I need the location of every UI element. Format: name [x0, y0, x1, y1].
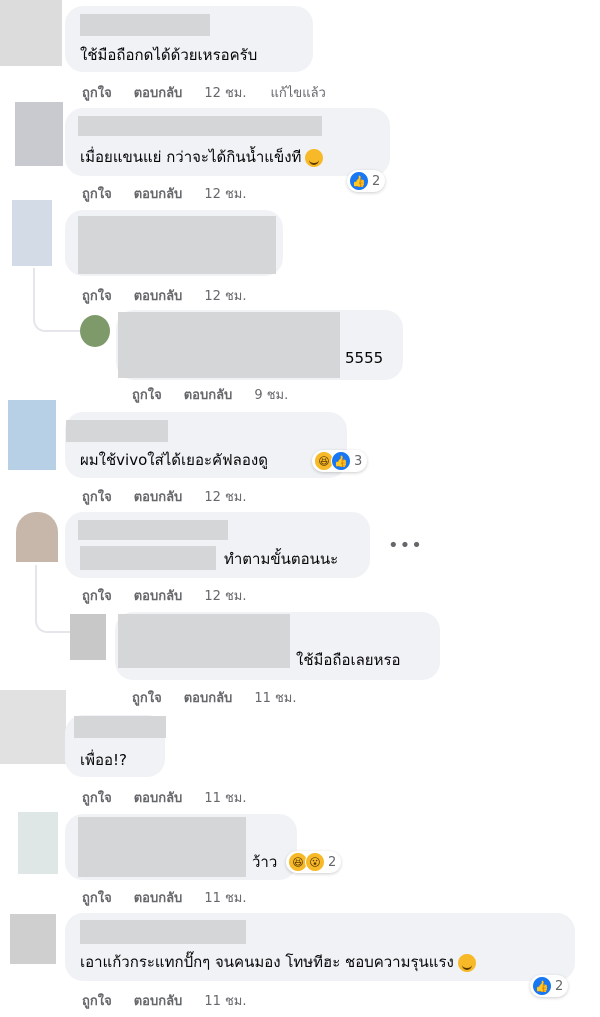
timestamp[interactable]: 12 ชม.: [204, 183, 246, 204]
comment-text: ว้าว: [252, 853, 278, 871]
reply-button[interactable]: ตอบกลับ: [134, 82, 183, 103]
avatar[interactable]: [15, 102, 63, 166]
reaction-count: 2: [372, 173, 381, 189]
timestamp[interactable]: 11 ชม.: [254, 687, 296, 708]
comment-text-content: เอาแก้วกระแทกปั๊กๆ จนคนมอง โทษทีฮะ ชอบคว…: [80, 953, 454, 971]
redacted-author-name[interactable]: [78, 116, 322, 136]
comment-text: เมื่อยแขนแย่ กว่าจะได้กินน้ำแข็งที: [80, 147, 324, 167]
reaction-summary[interactable]: 👍 2: [530, 975, 569, 997]
redacted-author-name[interactable]: [80, 14, 210, 36]
like-button[interactable]: ถูกใจ: [82, 183, 112, 204]
comment-actions: ถูกใจ ตอบกลับ 12 ชม.: [82, 585, 271, 606]
redacted-comment-content: [78, 216, 276, 274]
comment-actions: ถูกใจ ตอบกลับ 12 ชม.: [82, 486, 271, 507]
comment-actions: ถูกใจ ตอบกลับ 12 ชม.: [82, 285, 271, 306]
like-button[interactable]: ถูกใจ: [132, 384, 162, 405]
comment-actions: ถูกใจ ตอบกลับ 12 ชม. แก้ไขแล้ว: [82, 82, 326, 103]
reaction-summary[interactable]: 😆 👍 3: [312, 450, 368, 472]
reply-button[interactable]: ตอบกลับ: [134, 787, 183, 808]
like-button[interactable]: ถูกใจ: [132, 687, 162, 708]
timestamp[interactable]: 11 ชม.: [204, 990, 246, 1011]
like-reaction-icon: 👍: [532, 976, 552, 996]
reply-button[interactable]: ตอบกลับ: [134, 183, 183, 204]
comment-text: เอาแก้วกระแทกปั๊กๆ จนคนมอง โทษทีฮะ ชอบคว…: [80, 952, 476, 972]
reaction-count: 2: [328, 854, 337, 870]
reply-button[interactable]: ตอบกลับ: [134, 486, 183, 507]
reply-button[interactable]: ตอบกลับ: [184, 687, 233, 708]
avatar[interactable]: [80, 315, 110, 347]
redacted-comment-content: [118, 614, 290, 668]
avatar[interactable]: [16, 512, 58, 562]
reply-button[interactable]: ตอบกลับ: [134, 887, 183, 908]
redacted-author-name[interactable]: [66, 420, 168, 442]
reply-button[interactable]: ตอบกลับ: [134, 285, 183, 306]
avatar[interactable]: [0, 0, 62, 66]
reply-text: ใช้มือถือเลยหรอ: [296, 651, 401, 669]
avatar[interactable]: [12, 200, 52, 266]
like-button[interactable]: ถูกใจ: [82, 585, 112, 606]
redacted-author-name[interactable]: [78, 520, 228, 540]
timestamp[interactable]: 12 ชม.: [204, 486, 246, 507]
avatar[interactable]: [0, 690, 66, 764]
like-reaction-icon: 👍: [331, 451, 351, 471]
reaction-count: 3: [354, 453, 363, 469]
comment-actions: ถูกใจ ตอบกลับ 11 ชม.: [82, 990, 271, 1011]
like-button[interactable]: ถูกใจ: [82, 787, 112, 808]
timestamp[interactable]: 9 ชม.: [254, 384, 288, 405]
reply-button[interactable]: ตอบกลับ: [134, 585, 183, 606]
like-button[interactable]: ถูกใจ: [82, 990, 112, 1011]
timestamp[interactable]: 12 ชม.: [204, 285, 246, 306]
timestamp[interactable]: 11 ชม.: [204, 787, 246, 808]
avatar[interactable]: [18, 812, 58, 874]
reply-text: 5555: [345, 349, 384, 367]
more-options-button[interactable]: •••: [388, 535, 423, 556]
comment-actions: ถูกใจ ตอบกลับ 12 ชม.: [82, 183, 271, 204]
like-reaction-icon: 👍: [349, 171, 369, 191]
redacted-author-name[interactable]: [80, 920, 246, 944]
edited-label[interactable]: แก้ไขแล้ว: [271, 82, 326, 103]
redacted-comment-content: [118, 312, 340, 378]
comment-text: ทำตามขั้นตอนนะ: [224, 550, 339, 568]
reply-thread-line: [33, 268, 83, 332]
comment-actions: ถูกใจ ตอบกลับ 11 ชม.: [82, 787, 271, 808]
avatar[interactable]: [10, 914, 56, 964]
reply-button[interactable]: ตอบกลับ: [184, 384, 233, 405]
timestamp[interactable]: 11 ชม.: [204, 887, 246, 908]
comment-text: ผมใช้vivoใส่ได้เยอะคัฟลองดู: [80, 451, 268, 469]
comment-actions: ถูกใจ ตอบกลับ 11 ชม.: [82, 887, 271, 908]
comment-text-content: เมื่อยแขนแย่ กว่าจะได้กินน้ำแข็งที: [80, 148, 302, 166]
redacted-author-name[interactable]: [74, 716, 166, 738]
like-button[interactable]: ถูกใจ: [82, 887, 112, 908]
comment-text: ใช้มือถือกดได้ด้วยเหรอครับ: [80, 46, 258, 64]
avatar[interactable]: [70, 614, 106, 660]
redacted-comment-content: [78, 817, 246, 877]
reaction-summary[interactable]: 👍 2: [347, 170, 386, 192]
comment-actions: ถูกใจ ตอบกลับ 9 ชม.: [132, 384, 312, 405]
like-button[interactable]: ถูกใจ: [82, 82, 112, 103]
reply-button[interactable]: ตอบกลับ: [134, 990, 183, 1011]
comment-actions: ถูกใจ ตอบกลับ 11 ชม.: [132, 687, 321, 708]
timestamp[interactable]: 12 ชม.: [204, 585, 246, 606]
wow-reaction-icon: 😮: [305, 852, 325, 872]
reaction-count: 2: [555, 978, 564, 994]
redacted-comment-content: [80, 546, 216, 570]
timestamp[interactable]: 12 ชม.: [204, 82, 246, 103]
laughing-emoji-icon: [457, 953, 476, 972]
grinning-emoji-icon: [305, 148, 324, 167]
like-button[interactable]: ถูกใจ: [82, 486, 112, 507]
reaction-summary[interactable]: 😆 😮 2: [286, 851, 342, 873]
like-button[interactable]: ถูกใจ: [82, 285, 112, 306]
comment-text: เพื่ออ!?: [80, 751, 128, 769]
avatar[interactable]: [8, 400, 56, 470]
